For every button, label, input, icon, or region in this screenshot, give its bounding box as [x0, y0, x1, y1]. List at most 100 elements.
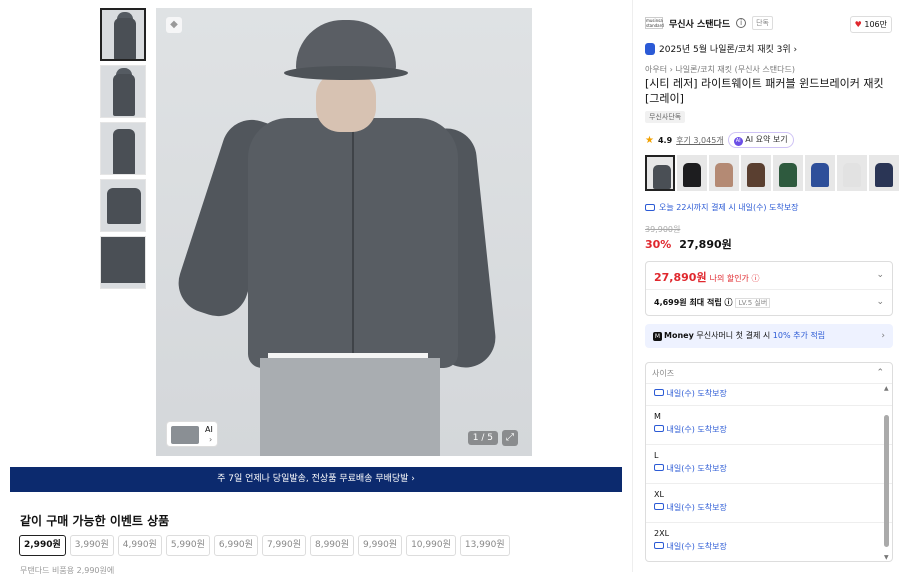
delivery-text: 오늘 22시까지 결제 시 내일(수) 도착보장: [659, 203, 799, 212]
exclusive-tag: 무신사단독: [645, 111, 686, 123]
brand-logo[interactable]: musinsa standard: [645, 17, 664, 29]
price-filter-button[interactable]: 2,990원: [19, 535, 66, 556]
size-list-scrollbar[interactable]: ▲ ▼: [884, 385, 890, 561]
scroll-up-icon[interactable]: ▲: [884, 385, 889, 392]
thumbnail-3[interactable]: [100, 122, 146, 175]
image-counter: 1 / 5: [467, 431, 498, 445]
truck-icon: [654, 503, 664, 510]
product-gallery-area: ◆ AI › 1 / 5 ⤢ 주 7일 언제나 당일발송, 전상품 무료배송 무…: [0, 0, 632, 575]
thumbnail-4[interactable]: [100, 179, 146, 232]
color-swatch[interactable]: [741, 155, 771, 191]
thumbnail-5[interactable]: [100, 236, 146, 289]
ranking-link[interactable]: 2025년 5월 나일론/코치 재킷 3위 ›: [645, 42, 797, 55]
main-product-image[interactable]: ◆ AI › 1 / 5 ⤢: [156, 8, 532, 456]
truck-icon: [654, 425, 664, 432]
event-products-title: 같이 구매 가능한 이벤트 상품: [20, 514, 170, 528]
size-name: L: [654, 451, 659, 460]
size-selector: 사이즈 ⌃ 내일(수) 도착보장 M 내일(수) 도착보장 L 내일(수) 도착보…: [645, 362, 893, 562]
size-option[interactable]: L 내일(수) 도착보장: [646, 445, 892, 484]
chevron-right-icon: ›: [209, 435, 213, 444]
member-level: LV.5 실버: [735, 298, 771, 308]
benefit-box: 27,890원 나의 할인가 ⓘ ⌄ 4,699원 최대 적립 ⓘ LV.5 실버 …: [645, 261, 893, 316]
size-option[interactable]: 2XL 내일(수) 도착보장: [646, 523, 892, 561]
info-icon[interactable]: i: [736, 18, 747, 28]
color-swatch[interactable]: [773, 155, 803, 191]
price-filter-button[interactable]: 13,990원: [459, 535, 510, 556]
truck-icon: [645, 204, 655, 211]
exclusive-badge: 단독: [752, 16, 773, 30]
size-label: 사이즈: [652, 369, 675, 378]
price-filter-button[interactable]: 3,990원: [69, 535, 114, 556]
color-swatches: [645, 155, 900, 191]
chevron-down-icon[interactable]: ⌄: [876, 270, 884, 280]
color-swatch[interactable]: [677, 155, 707, 191]
breadcrumb[interactable]: 아우터 › 나일론/코치 재킷 (무신사 스탠다드): [645, 64, 795, 75]
price-filter-button[interactable]: 5,990원: [165, 535, 210, 556]
thumbnail-2[interactable]: [100, 65, 146, 118]
ai-thumbnail: [171, 426, 199, 444]
thumbnail-list: [100, 8, 147, 293]
size-delivery: 내일(수) 도착보장: [654, 424, 892, 435]
scrollbar-thumb[interactable]: [884, 415, 889, 547]
my-price-row[interactable]: 27,890원 나의 할인가 ⓘ: [654, 269, 759, 285]
thumbnail-1[interactable]: [100, 8, 146, 61]
price-filter-button[interactable]: 9,990원: [358, 535, 403, 556]
shipping-banner[interactable]: 주 7일 언제나 당일발송, 전상품 무료배송 무배당발 ›: [10, 467, 622, 492]
ai-summary-label: AI 요약 보기: [745, 135, 788, 144]
size-delivery: 내일(수) 도착보장: [654, 388, 892, 399]
truck-icon: [654, 542, 664, 549]
musinsa-money-banner[interactable]: M Money 무신사머니 첫 결제 시 10% 추가 적립 ›: [645, 324, 893, 348]
price-filter-button[interactable]: 4,990원: [117, 535, 162, 556]
size-name: M: [654, 412, 661, 421]
scroll-down-icon[interactable]: ▼: [884, 554, 889, 561]
money-icon: M: [653, 332, 662, 341]
points-text: 4,699원 최대 적립 ⓘ: [654, 298, 733, 307]
size-delivery: 내일(수) 도착보장: [654, 541, 892, 552]
color-swatch[interactable]: [805, 155, 835, 191]
like-count: 106만: [864, 20, 887, 29]
price-filter-button[interactable]: 8,990원: [309, 535, 355, 556]
color-swatch[interactable]: [837, 155, 867, 191]
money-prefix: Money: [664, 331, 694, 340]
expand-icon[interactable]: ⤢: [502, 430, 518, 446]
color-swatch[interactable]: [645, 155, 675, 191]
star-icon: ★: [645, 134, 654, 146]
brand-name[interactable]: 무신사 스탠다드: [669, 17, 730, 30]
price-filter-button[interactable]: 7,990원: [261, 535, 306, 556]
size-delivery: 내일(수) 도착보장: [654, 463, 892, 474]
product-info-panel: musinsa standard 무신사 스탠다드 i 단독 ♥ 106만 20…: [632, 0, 900, 572]
chevron-up-icon: ⌃: [876, 368, 884, 378]
color-swatch[interactable]: [709, 155, 739, 191]
event-footnote: 무탠다드 비품용 2,990원에: [20, 566, 115, 575]
ai-summary-button[interactable]: AI AI 요약 보기: [727, 132, 794, 148]
price-filter-button[interactable]: 6,990원: [213, 535, 258, 556]
price-filter-button[interactable]: 10,990원: [406, 535, 456, 556]
ai-label: AI: [205, 425, 213, 434]
banner-text: 주 7일 언제나 당일발송, 전상품 무료배송: [217, 474, 373, 484]
size-delivery: 내일(수) 도착보장: [654, 502, 892, 513]
size-name: 2XL: [654, 529, 670, 538]
rank-medal-icon: [645, 42, 655, 55]
product-title: [시티 레저] 라이트웨이트 패커블 윈드브레이커 재킷 [그레이]: [645, 77, 884, 105]
tag-icon[interactable]: ◆: [166, 17, 182, 33]
truck-icon: [654, 389, 664, 396]
size-dropdown-header[interactable]: 사이즈 ⌃: [646, 363, 892, 384]
points-row[interactable]: 4,699원 최대 적립 ⓘ LV.5 실버: [654, 297, 771, 308]
sale-price: 27,890원: [679, 238, 732, 251]
ai-styling-button[interactable]: AI ›: [166, 421, 218, 447]
like-button[interactable]: ♥ 106만: [849, 16, 892, 33]
ai-icon: AI: [733, 137, 743, 146]
heart-icon: ♥: [854, 20, 862, 29]
review-link[interactable]: 후기 3,045개: [676, 135, 724, 146]
color-swatch[interactable]: [869, 155, 899, 191]
my-price: 27,890원: [654, 271, 707, 284]
size-option[interactable]: M 내일(수) 도착보장: [646, 406, 892, 445]
chevron-down-icon[interactable]: ⌄: [876, 297, 884, 307]
my-price-label: 나의 할인가 ⓘ: [709, 274, 760, 283]
truck-icon: [654, 464, 664, 471]
ranking-text: 2025년 5월 나일론/코치 재킷 3위 ›: [659, 45, 798, 55]
rating-score: 4.9: [657, 135, 673, 145]
size-option[interactable]: 내일(수) 도착보장: [646, 384, 892, 406]
size-name: XL: [654, 490, 664, 499]
size-option[interactable]: XL 내일(수) 도착보장: [646, 484, 892, 523]
